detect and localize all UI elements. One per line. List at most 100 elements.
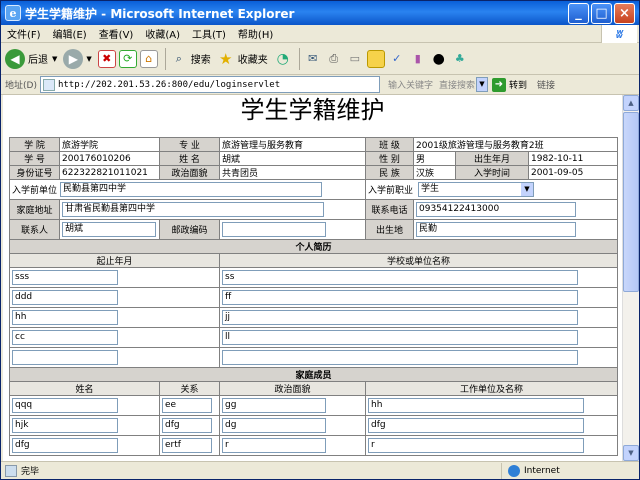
resume-date-input[interactable]: hh bbox=[12, 310, 118, 325]
qq-icon[interactable]: ● bbox=[430, 50, 448, 68]
gender-value: 男 bbox=[413, 151, 456, 166]
prev-job-select[interactable]: 学生 ▼ bbox=[418, 182, 534, 197]
favorites-button[interactable]: ★ 收藏夹 bbox=[217, 50, 268, 68]
family-work-input[interactable]: r bbox=[368, 438, 584, 453]
scroll-down-icon[interactable]: ▼ bbox=[623, 445, 639, 461]
college-label: 学 院 bbox=[9, 137, 60, 152]
resume-date-input[interactable]: sss bbox=[12, 270, 118, 285]
refresh-icon[interactable]: ⟳ bbox=[118, 49, 137, 68]
family-relation-input[interactable]: ertf bbox=[162, 438, 212, 453]
resume-school-input[interactable]: ff bbox=[222, 290, 578, 305]
phone-input[interactable]: 09354122413000 bbox=[416, 202, 576, 217]
family-work-input[interactable]: hh bbox=[368, 398, 584, 413]
family-col-work: 工作单位及名称 bbox=[364, 381, 619, 396]
postcode-label: 邮政编码 bbox=[159, 219, 220, 240]
resume-date-input[interactable] bbox=[12, 350, 118, 365]
back-button[interactable]: ◀ 后退 ▼ bbox=[5, 48, 58, 69]
prev-unit-label: 入学前单位 bbox=[12, 186, 58, 196]
family-work-input[interactable]: dfg bbox=[368, 418, 584, 433]
history-icon[interactable]: ◔ bbox=[274, 50, 292, 68]
mail-icon[interactable]: ✉ bbox=[304, 50, 322, 68]
scroll-up-icon[interactable]: ▲ bbox=[623, 95, 639, 111]
keyword-hint[interactable]: 输入关键字 bbox=[388, 78, 433, 91]
chevron-down-icon: ▼ bbox=[52, 54, 58, 63]
scroll-thumb[interactable] bbox=[623, 112, 639, 292]
edit-icon[interactable]: ▭ bbox=[346, 50, 364, 68]
stop-icon[interactable]: ✖ bbox=[97, 49, 116, 68]
menu-help[interactable]: 帮助(H) bbox=[238, 26, 273, 41]
resume-date-input[interactable]: ddd bbox=[12, 290, 118, 305]
forward-button[interactable]: ▶ ▼ bbox=[63, 48, 92, 69]
close-button[interactable]: × bbox=[614, 2, 635, 24]
phone-label: 联系电话 bbox=[365, 199, 414, 220]
status-text: 完毕 bbox=[21, 467, 40, 477]
idcard-value: 622322821011021 bbox=[59, 165, 160, 180]
family-section-title: 家庭成员 bbox=[8, 367, 619, 382]
window-title: 学生学籍维护 - Microsoft Internet Explorer bbox=[25, 6, 295, 21]
msn-icon[interactable]: ♣ bbox=[451, 50, 469, 68]
search-hints: 输入关键字 直接搜索 bbox=[388, 78, 475, 91]
title-bar[interactable]: e 学生学籍维护 - Microsoft Internet Explorer _… bbox=[1, 1, 639, 25]
birthplace-input[interactable]: 民勤 bbox=[416, 222, 576, 237]
ie-icon: e bbox=[5, 5, 21, 21]
resume-school-input[interactable]: ss bbox=[222, 270, 578, 285]
research-icon[interactable]: ▮ bbox=[409, 50, 427, 68]
postcode-input[interactable] bbox=[222, 222, 326, 237]
menu-tools[interactable]: 工具(T) bbox=[192, 26, 226, 41]
resume-date-input[interactable]: cc bbox=[12, 330, 118, 345]
gender-label: 性 别 bbox=[365, 151, 414, 166]
vertical-scrollbar[interactable]: ▲ ▼ bbox=[622, 95, 639, 461]
go-label: 转到 bbox=[508, 81, 527, 91]
globe-icon bbox=[508, 464, 520, 477]
contact-label: 联系人 bbox=[9, 219, 60, 240]
links-label[interactable]: 链接 bbox=[537, 78, 555, 91]
home-label: 家庭地址 bbox=[9, 199, 60, 220]
family-relation-input[interactable]: dfg bbox=[162, 418, 212, 433]
minimize-button[interactable]: _ bbox=[568, 2, 589, 24]
search-button[interactable]: ⌕ 搜索 bbox=[170, 50, 211, 68]
resume-col-date: 起止年月 bbox=[9, 253, 220, 268]
resume-school-input[interactable] bbox=[222, 350, 578, 365]
browser-window: e 学生学籍维护 - Microsoft Internet Explorer _… bbox=[0, 0, 640, 480]
home-input[interactable]: 甘肃省民勤县第四中学 bbox=[62, 202, 324, 217]
political-value: 共青团员 bbox=[219, 165, 366, 180]
family-name-input[interactable]: qqq bbox=[12, 398, 118, 413]
family-row: dfg ertf r r bbox=[9, 435, 619, 456]
major-label: 专 业 bbox=[159, 137, 220, 152]
resume-school-input[interactable]: ll bbox=[222, 330, 578, 345]
family-row: hjk dfg dg dfg bbox=[9, 415, 619, 436]
family-name-input[interactable]: dfg bbox=[12, 438, 118, 453]
enroll-value: 2001-09-05 bbox=[527, 165, 619, 180]
address-input[interactable]: http://202.201.53.26:800/edu/loginservle… bbox=[39, 76, 380, 93]
note-icon[interactable] bbox=[366, 49, 385, 68]
direct-search[interactable]: 直接搜索 bbox=[439, 78, 475, 91]
windows-logo-icon: ʬ bbox=[601, 25, 637, 43]
status-bar: 完毕 Internet bbox=[1, 461, 639, 479]
family-name-input[interactable]: hjk bbox=[12, 418, 118, 433]
maximize-button[interactable]: □ bbox=[591, 2, 612, 24]
contact-input[interactable]: 胡斌 bbox=[62, 222, 156, 237]
toolbar-separator bbox=[164, 47, 166, 70]
star-icon: ★ bbox=[219, 49, 233, 68]
class-label: 班 级 bbox=[365, 137, 414, 152]
family-political-input[interactable]: gg bbox=[222, 398, 326, 413]
messenger-icon[interactable]: ✓ bbox=[388, 50, 406, 68]
prev-unit-input[interactable]: 民勤县第四中学 bbox=[60, 182, 322, 197]
print-icon[interactable]: ⎙ bbox=[325, 50, 343, 68]
chevron-down-icon[interactable]: ▼ bbox=[475, 77, 488, 92]
student-id-label: 学 号 bbox=[9, 151, 60, 166]
menu-edit[interactable]: 编辑(E) bbox=[53, 26, 87, 41]
menu-view[interactable]: 查看(V) bbox=[99, 26, 134, 41]
student-form: 学 院 旅游学院 专 业 旅游管理与服务教育 班 级 2001级旅游管理与服务教… bbox=[8, 137, 619, 456]
menu-favorites[interactable]: 收藏(A) bbox=[145, 26, 180, 41]
home-icon[interactable]: ⌂ bbox=[139, 49, 158, 68]
family-col-name: 姓名 bbox=[9, 381, 160, 396]
page-icon bbox=[42, 78, 55, 91]
page-content: 学生学籍维护 学 院 旅游学院 专 业 旅游管理与服务教育 班 级 2001级旅… bbox=[3, 95, 622, 461]
menu-file[interactable]: 文件(F) bbox=[7, 26, 41, 41]
family-political-input[interactable]: r bbox=[222, 438, 326, 453]
family-relation-input[interactable]: ee bbox=[162, 398, 212, 413]
go-button[interactable]: ➜ 转到 bbox=[491, 77, 527, 92]
family-political-input[interactable]: dg bbox=[222, 418, 326, 433]
resume-school-input[interactable]: jj bbox=[222, 310, 578, 325]
